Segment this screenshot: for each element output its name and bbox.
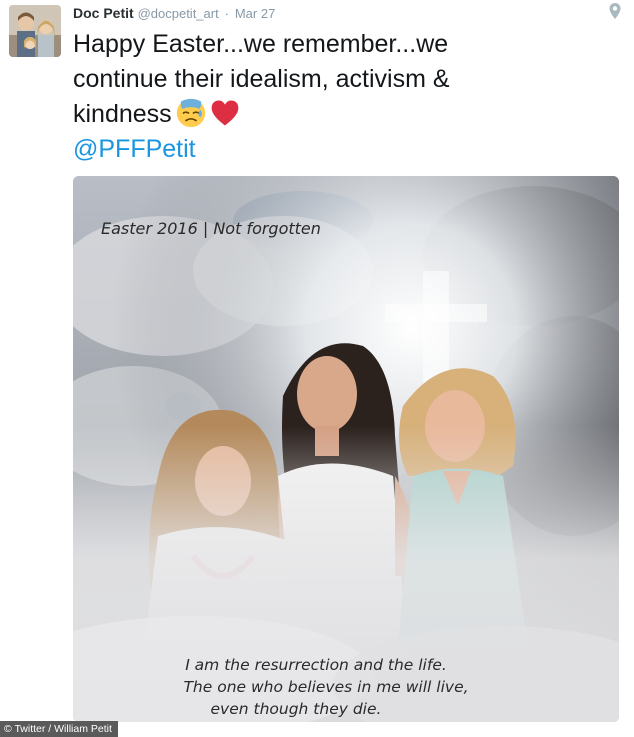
tweet-text: Happy Easter...we remember...we continue… — [73, 27, 613, 167]
tweet-media-image[interactable]: Easter 2016 | Not forgotten I am the res… — [73, 176, 619, 722]
verse-line: even though they die. — [210, 700, 382, 718]
verse-line: I am the resurrection and the life. — [185, 656, 447, 674]
tweet-text-line: Happy Easter...we remember...we — [73, 30, 449, 58]
separator-dot: · — [224, 6, 229, 21]
memorial-photo — [73, 176, 619, 722]
tweet-header: Doc Petit @docpetit_art · Mar 27 — [73, 4, 275, 23]
tweet-card: Doc Petit @docpetit_art · Mar 27 Happy E… — [0, 0, 634, 737]
timestamp[interactable]: Mar 27 — [235, 6, 275, 21]
location-pin-icon[interactable] — [608, 2, 622, 20]
user-handle[interactable]: @docpetit_art — [138, 6, 219, 21]
display-name[interactable]: Doc Petit — [73, 5, 134, 21]
tweet-text-line: continue their idealism, activism & — [73, 65, 450, 93]
verse-line: The one who believes in me will live, — [183, 678, 469, 696]
tweet-text-line-with-emoji: kindness — [73, 97, 613, 132]
sad-sweat-face-emoji-icon — [176, 98, 205, 128]
avatar-image — [9, 5, 61, 57]
mention-link[interactable]: @PFFPetit — [73, 132, 613, 167]
avatar[interactable] — [9, 5, 61, 57]
tweet-text-line: kindness — [73, 100, 172, 128]
image-caption-top: Easter 2016 | Not forgotten — [101, 219, 321, 238]
red-heart-emoji-icon — [211, 100, 239, 126]
photo-credit: © Twitter / William Petit — [0, 721, 118, 737]
